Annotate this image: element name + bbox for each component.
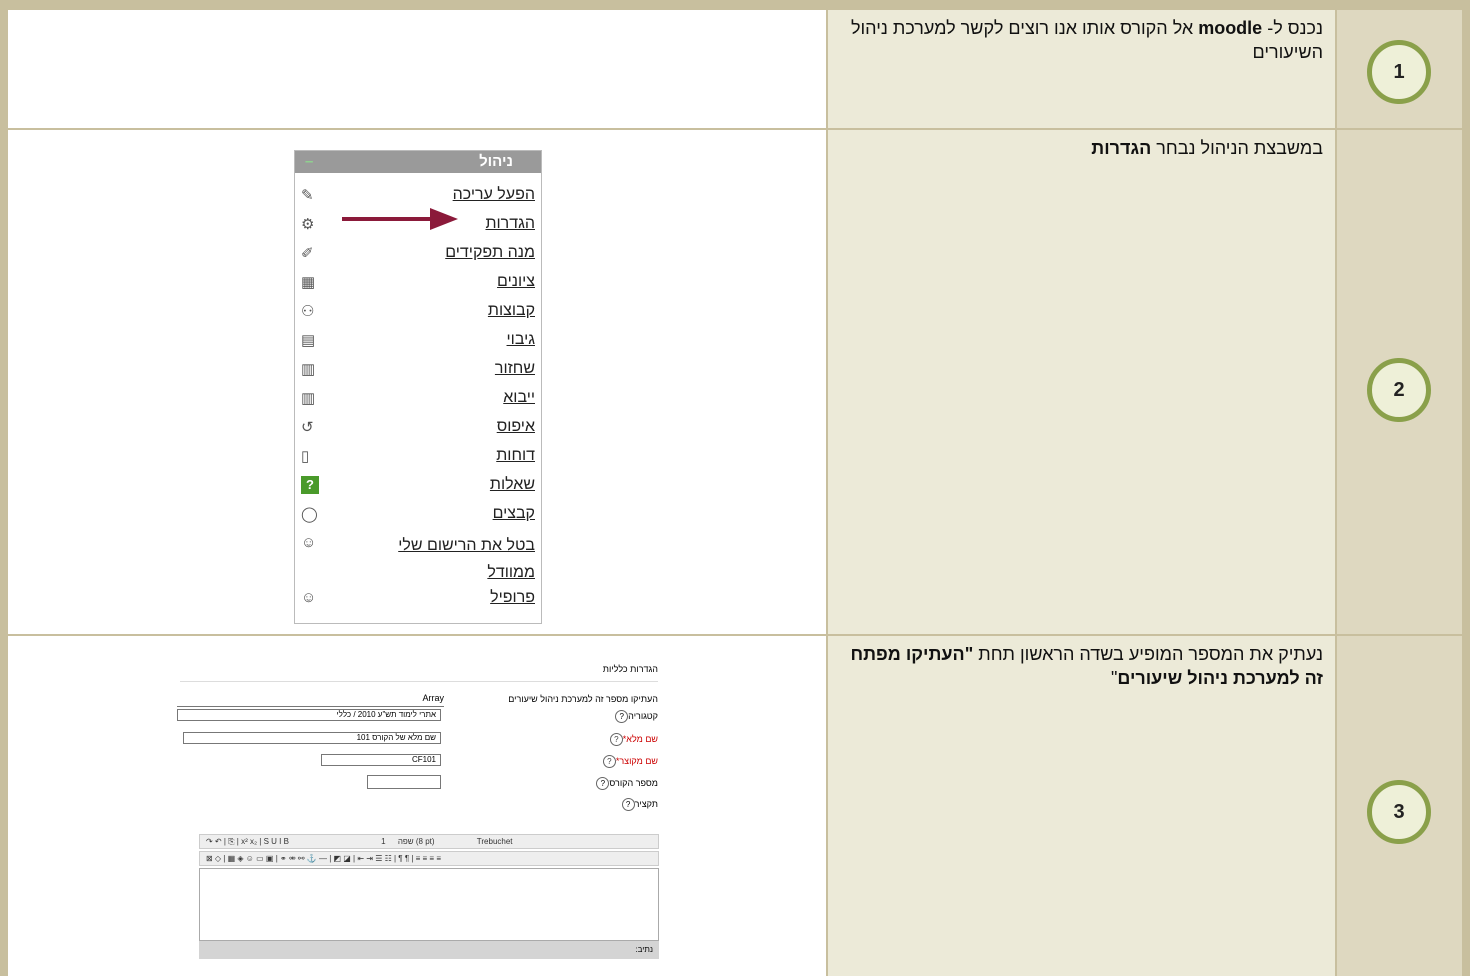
step-3-text-pre: נעתיק את המספר המופיע בשדה הראשון תחת xyxy=(973,644,1323,664)
admin-item-11[interactable]: שאלות xyxy=(490,474,535,496)
step-1-text-bold: moodle xyxy=(1198,18,1263,38)
admin-block-title: ניהול xyxy=(479,153,513,170)
admin-block-header: ניהול – xyxy=(295,151,541,173)
unenrol-icon: ☺ xyxy=(301,534,317,551)
admin-item-10[interactable]: דוחות xyxy=(496,445,535,467)
step-2-badge: 2 xyxy=(1367,358,1431,422)
admin-item-7[interactable]: שחזור xyxy=(495,358,535,380)
step-3-number: 3 xyxy=(1393,800,1405,823)
step-1-text-pre: נכנס ל- xyxy=(1262,18,1323,38)
editor-path-bar: נתיב: xyxy=(199,941,659,959)
assign-roles-icon: ✐ xyxy=(301,245,314,262)
admin-item-4[interactable]: ציונים xyxy=(497,271,535,293)
help-icon[interactable]: ? xyxy=(609,733,623,746)
step-1-number: 1 xyxy=(1393,60,1405,83)
pencil-icon: ✎ xyxy=(301,187,314,204)
row-3-number-cell: 3 xyxy=(1337,636,1462,976)
admin-item-6[interactable]: גיבוי xyxy=(507,329,535,351)
step-2-text-bold: הגדרות xyxy=(1091,138,1152,158)
collapse-icon[interactable]: – xyxy=(305,151,313,173)
row-2-text-cell: במשבצת הניהול נבחר הגדרות xyxy=(828,130,1335,634)
form-key-value: Array xyxy=(422,693,444,703)
fullname-input[interactable]: שם מלא של הקורס 101 xyxy=(183,732,441,744)
import-icon: ▥ xyxy=(301,390,316,407)
help-icon[interactable]: ? xyxy=(602,755,616,768)
restore-icon: ▥ xyxy=(301,361,316,378)
lang-select[interactable]: שפה xyxy=(398,837,414,846)
step-3-badge: 3 xyxy=(1367,780,1431,844)
editor-toolbar-1: ↷ ↶ | ⎘ | x² x₂ | S U I B שפה 1 (8 pt) T… xyxy=(199,834,659,849)
row-1-number-cell: 1 xyxy=(1337,10,1462,128)
reports-icon: ▯ xyxy=(301,448,310,465)
form-category-label: קטגוריה? xyxy=(560,710,658,723)
form-section-title: הגדרות כלליות xyxy=(602,664,658,674)
admin-item-14[interactable]: פרופיל xyxy=(490,587,535,609)
questions-icon: ? xyxy=(301,476,319,494)
reset-icon: ↺ xyxy=(301,419,314,436)
pointer-arrow-icon xyxy=(342,208,458,230)
admin-item-1[interactable]: הפעל עריכה xyxy=(453,184,535,206)
admin-item-5[interactable]: קבוצות xyxy=(488,300,535,322)
admin-item-12[interactable]: קבצים xyxy=(493,503,535,525)
row-1-image-cell xyxy=(8,10,826,128)
idnumber-input[interactable] xyxy=(367,775,441,789)
gear-icon: ⚙ xyxy=(301,216,315,233)
groups-icon: ⚇ xyxy=(301,303,315,320)
profile-icon: ☺ xyxy=(301,589,317,606)
step-2-text-pre: במשבצת הניהול נבחר xyxy=(1151,138,1323,158)
grades-icon: ▦ xyxy=(301,274,316,291)
admin-item-8[interactable]: ייבוא xyxy=(503,387,535,409)
step-1-badge: 1 xyxy=(1367,40,1431,104)
form-summary-label: תקציר? xyxy=(560,798,658,811)
shortname-input[interactable]: CF101 xyxy=(321,754,441,766)
font-name-select[interactable]: Trebuchet xyxy=(477,837,513,846)
help-icon[interactable]: ? xyxy=(615,710,629,723)
backup-icon: ▤ xyxy=(301,332,316,349)
help-icon[interactable]: ? xyxy=(621,798,635,811)
form-key-label: העתיקו מספר זה למערכת ניהול שיעורים xyxy=(508,694,658,704)
files-icon: ◯ xyxy=(301,506,318,523)
row-2-number-cell: 2 xyxy=(1337,130,1462,634)
row-1-text-cell: נכנס ל- moodle אל הקורס אותו אנו רוצים ל… xyxy=(828,10,1335,128)
help-icon[interactable]: ? xyxy=(596,777,610,790)
editor-textarea[interactable] xyxy=(199,868,659,941)
admin-item-9[interactable]: איפוס xyxy=(497,416,535,438)
row-3-text-cell: נעתיק את המספר המופיע בשדה הראשון תחת "ה… xyxy=(828,636,1335,976)
admin-item-2[interactable]: הגדרות xyxy=(485,213,535,235)
category-select[interactable]: אתרי לימוד תש"ע 2010 / כללי xyxy=(177,709,441,721)
admin-item-3[interactable]: מנה תפקידים xyxy=(445,242,535,264)
form-fullname-label: שם מלא*? xyxy=(560,733,658,746)
step-2-number: 2 xyxy=(1393,378,1405,401)
admin-item-13[interactable]: בטל את הרישום שלי ממוודל xyxy=(365,532,535,586)
form-shortname-label: שם מקוצר*? xyxy=(560,755,658,768)
form-idnumber-label: מספר הקורס? xyxy=(560,777,658,790)
editor-toolbar-2: ⊠ ◇ | ▦ ◈ ☺ ▭ ▣ | ⚭ ⚮ ⚯ ⚓ — | ◩ ◪ | ⇤ ⇥ … xyxy=(199,851,659,866)
